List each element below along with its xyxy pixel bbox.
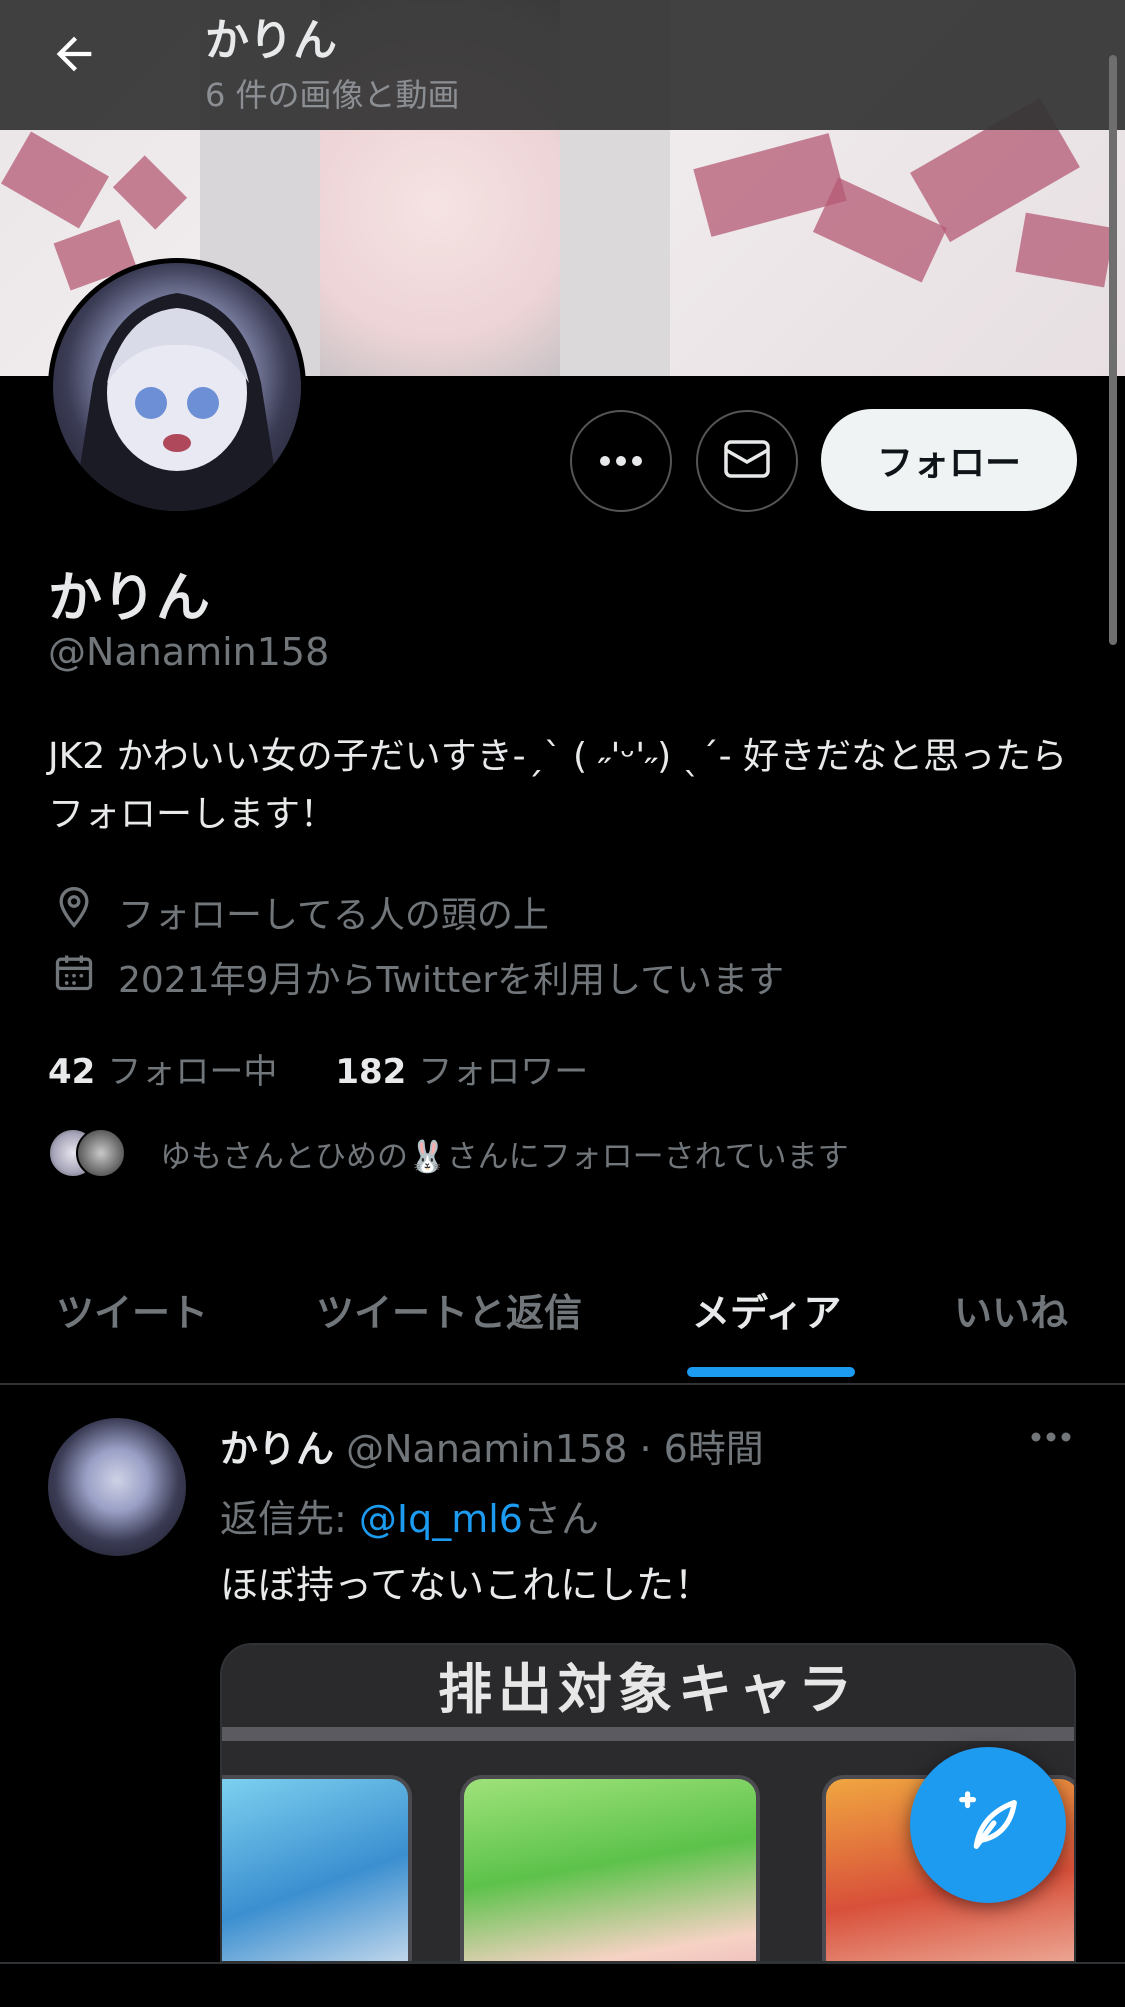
profile-bio: JK2 かわいい女の子だいすき-ˏˋ ( ˶'ᵕ'˶) ˎˊ- 好きだなと思った… (48, 736, 1068, 835)
followers-stat[interactable]: 182 フォロワー (335, 1044, 588, 1093)
reply-to-line: 返信先: @Iq_ml6さん (220, 1488, 599, 1543)
scrollbar[interactable] (1109, 55, 1117, 645)
tweet-text: ほぼ持ってないこれにした！ (220, 1563, 713, 1607)
follow-stats: 42 フォロー中 182 フォロワー (48, 1044, 646, 1093)
profile-tabs: ツイート ツイートと返信 メディア いいね (0, 1260, 1125, 1385)
calendar-icon (52, 950, 118, 1003)
profile-avatar[interactable] (48, 258, 306, 516)
envelope-icon (724, 440, 770, 482)
tweet-more-icon[interactable] (1030, 1428, 1072, 1447)
tweet-author-name[interactable]: かりん (220, 1427, 334, 1471)
media-character-card (460, 1775, 760, 1961)
tab-media[interactable]: メディア (692, 1282, 841, 1337)
more-dots-icon (599, 452, 643, 471)
follower-avatar (76, 1128, 126, 1178)
followers-count: 182 (335, 1052, 407, 1092)
profile-handle: @Nanamin158 (48, 630, 330, 674)
tab-tweets[interactable]: ツイート (56, 1282, 208, 1337)
tab-tweets-replies[interactable]: ツイートと返信 (316, 1282, 582, 1337)
more-options-button[interactable] (570, 410, 672, 512)
tweet-meta: @Nanamin158 · 6時間 (346, 1427, 764, 1471)
tab-likes[interactable]: いいね (954, 1282, 1068, 1337)
message-button[interactable] (696, 410, 798, 512)
tweet-header: かりん @Nanamin158 · 6時間 (220, 1418, 764, 1473)
reply-prefix: 返信先: (220, 1497, 359, 1541)
following-label: フォロー中 (107, 1052, 278, 1092)
media-title-text: 排出対象キャラ (222, 1645, 1074, 1735)
location-pin-icon (52, 885, 118, 938)
active-tab-indicator (687, 1367, 855, 1377)
followed-by-row[interactable]: ゆもさんとひめの🐰さんにフォローされています (48, 1128, 849, 1178)
follow-button[interactable]: フォロー (821, 409, 1077, 511)
followed-by-text: ゆもさんとひめの🐰さんにフォローされています (160, 1138, 849, 1175)
joined-row: 2021年9月からTwitterを利用しています (52, 950, 784, 1003)
compose-feather-icon (953, 1788, 1023, 1862)
top-bar: かりん 6 件の画像と動画 (0, 0, 1125, 130)
media-character-card (222, 1775, 412, 1961)
location-text: フォローしてる人の頭の上 (118, 894, 549, 936)
reply-suffix: さん (522, 1497, 599, 1541)
profile-name: かりん (48, 566, 210, 629)
bottom-divider (0, 1962, 1125, 1964)
tweet-avatar[interactable] (48, 1418, 186, 1556)
header-title: かりん (205, 15, 337, 66)
joined-text: 2021年9月からTwitterを利用しています (118, 959, 785, 1001)
location-row: フォローしてる人の頭の上 (52, 885, 549, 938)
reply-handle-link[interactable]: @Iq_ml6 (359, 1497, 523, 1541)
following-count: 42 (48, 1052, 96, 1092)
header-subtitle: 6 件の画像と動画 (205, 76, 460, 114)
following-stat[interactable]: 42 フォロー中 (48, 1044, 277, 1093)
compose-tweet-button[interactable] (910, 1747, 1066, 1903)
followers-label: フォロワー (418, 1052, 589, 1092)
back-arrow-icon[interactable] (48, 28, 100, 80)
